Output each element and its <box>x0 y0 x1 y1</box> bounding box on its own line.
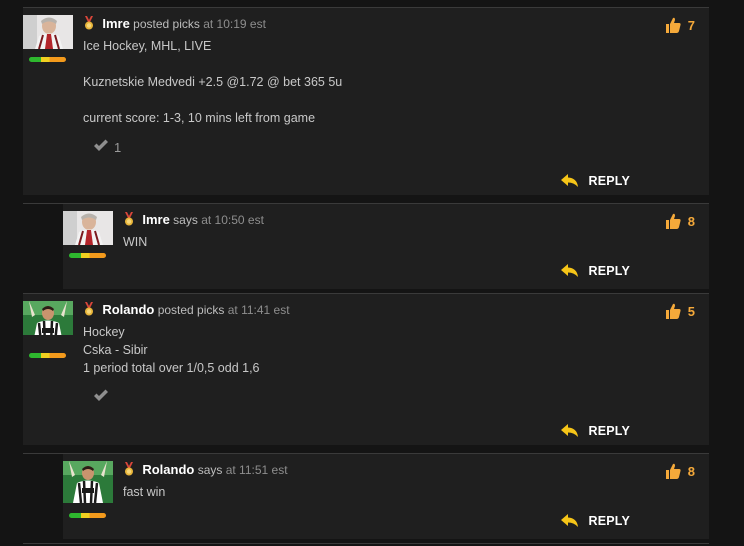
reply-label: REPLY <box>588 514 630 528</box>
like-button[interactable]: 8 <box>664 462 695 480</box>
reply-button[interactable]: REPLY <box>561 424 630 438</box>
reply-button[interactable]: REPLY <box>561 174 630 188</box>
action-text: says <box>197 463 223 477</box>
timestamp: at 10:50 est <box>201 213 264 227</box>
comment-line: Ice Hockey, MHL, LIVE <box>83 39 212 53</box>
like-count: 7 <box>687 17 695 33</box>
medal-icon <box>123 212 135 226</box>
thumbs-up-icon <box>664 302 682 320</box>
action-text: posted picks <box>157 303 225 317</box>
comment-card: Rolando posted picks at 11:41 est 5 Hock… <box>23 294 709 445</box>
avatar[interactable] <box>23 15 73 49</box>
avatar[interactable] <box>23 301 73 335</box>
comment-line: Kuznetskie Medvedi +2.5 @1.72 @ bet 365 … <box>83 75 343 89</box>
comment-line: current score: 1-3, 10 mins left from ga… <box>83 111 316 125</box>
confirm-count: 1 <box>114 139 122 155</box>
reply-label: REPLY <box>588 174 630 188</box>
checkmark-icon <box>93 389 109 405</box>
username[interactable]: Rolando <box>142 462 194 477</box>
reply-label: REPLY <box>588 424 630 438</box>
rank-bar <box>29 353 66 358</box>
comment-header: Rolando says at 11:51 est <box>123 462 288 477</box>
thumbs-up-icon <box>664 16 682 34</box>
comment-card: Rolando says at 11:51 est 8 fast win REP… <box>63 454 709 539</box>
comment-card: Imre posted picks at 10:19 est 7 Ice Hoc… <box>23 8 709 195</box>
comment-header: Imre posted picks at 10:19 est <box>83 16 266 31</box>
avatar[interactable] <box>63 461 113 503</box>
confirm-button[interactable]: 1 <box>93 139 121 155</box>
comment-line: fast win <box>123 485 166 499</box>
comment-line: Hockey <box>83 325 125 339</box>
reply-button[interactable]: REPLY <box>561 514 630 528</box>
like-button[interactable]: 5 <box>664 302 695 320</box>
reply-arrow-icon <box>561 514 579 528</box>
like-count: 8 <box>687 213 695 229</box>
comment-header: Imre says at 10:50 est <box>123 212 264 227</box>
comment-line: WIN <box>123 235 148 249</box>
reply-arrow-icon <box>561 174 579 188</box>
reply-arrow-icon <box>561 264 579 278</box>
reply-label: REPLY <box>588 264 630 278</box>
like-button[interactable]: 8 <box>664 212 695 230</box>
like-button[interactable]: 7 <box>664 16 695 34</box>
comment-card: Imre says at 10:50 est 8 WIN REPLY <box>63 204 709 289</box>
checkmark-icon <box>93 139 109 155</box>
medal-icon <box>123 462 135 476</box>
action-text: posted picks <box>133 17 200 31</box>
avatar[interactable] <box>63 211 113 245</box>
username[interactable]: Rolando <box>102 302 154 317</box>
medal-icon <box>83 16 95 30</box>
reply-arrow-icon <box>561 424 579 438</box>
confirm-button[interactable] <box>93 389 114 405</box>
divider <box>23 543 709 544</box>
action-text: says <box>173 213 198 227</box>
rank-bar <box>69 513 106 518</box>
thumbs-up-icon <box>664 462 682 480</box>
like-count: 5 <box>687 303 695 319</box>
comment-line: Cska - Sibir <box>83 343 148 357</box>
like-count: 8 <box>687 463 695 479</box>
comment-line: 1 period total over 1/0,5 odd 1,6 <box>83 361 260 375</box>
rank-bar <box>29 57 66 62</box>
timestamp: at 11:51 est <box>225 463 288 477</box>
medal-icon <box>83 302 95 316</box>
comment-header: Rolando posted picks at 11:41 est <box>83 302 290 317</box>
username[interactable]: Imre <box>102 16 129 31</box>
rank-bar <box>69 253 106 258</box>
timestamp: at 11:41 est <box>227 303 290 317</box>
thumbs-up-icon <box>664 212 682 230</box>
reply-button[interactable]: REPLY <box>561 264 630 278</box>
timestamp: at 10:19 est <box>203 17 266 31</box>
username[interactable]: Imre <box>142 212 169 227</box>
